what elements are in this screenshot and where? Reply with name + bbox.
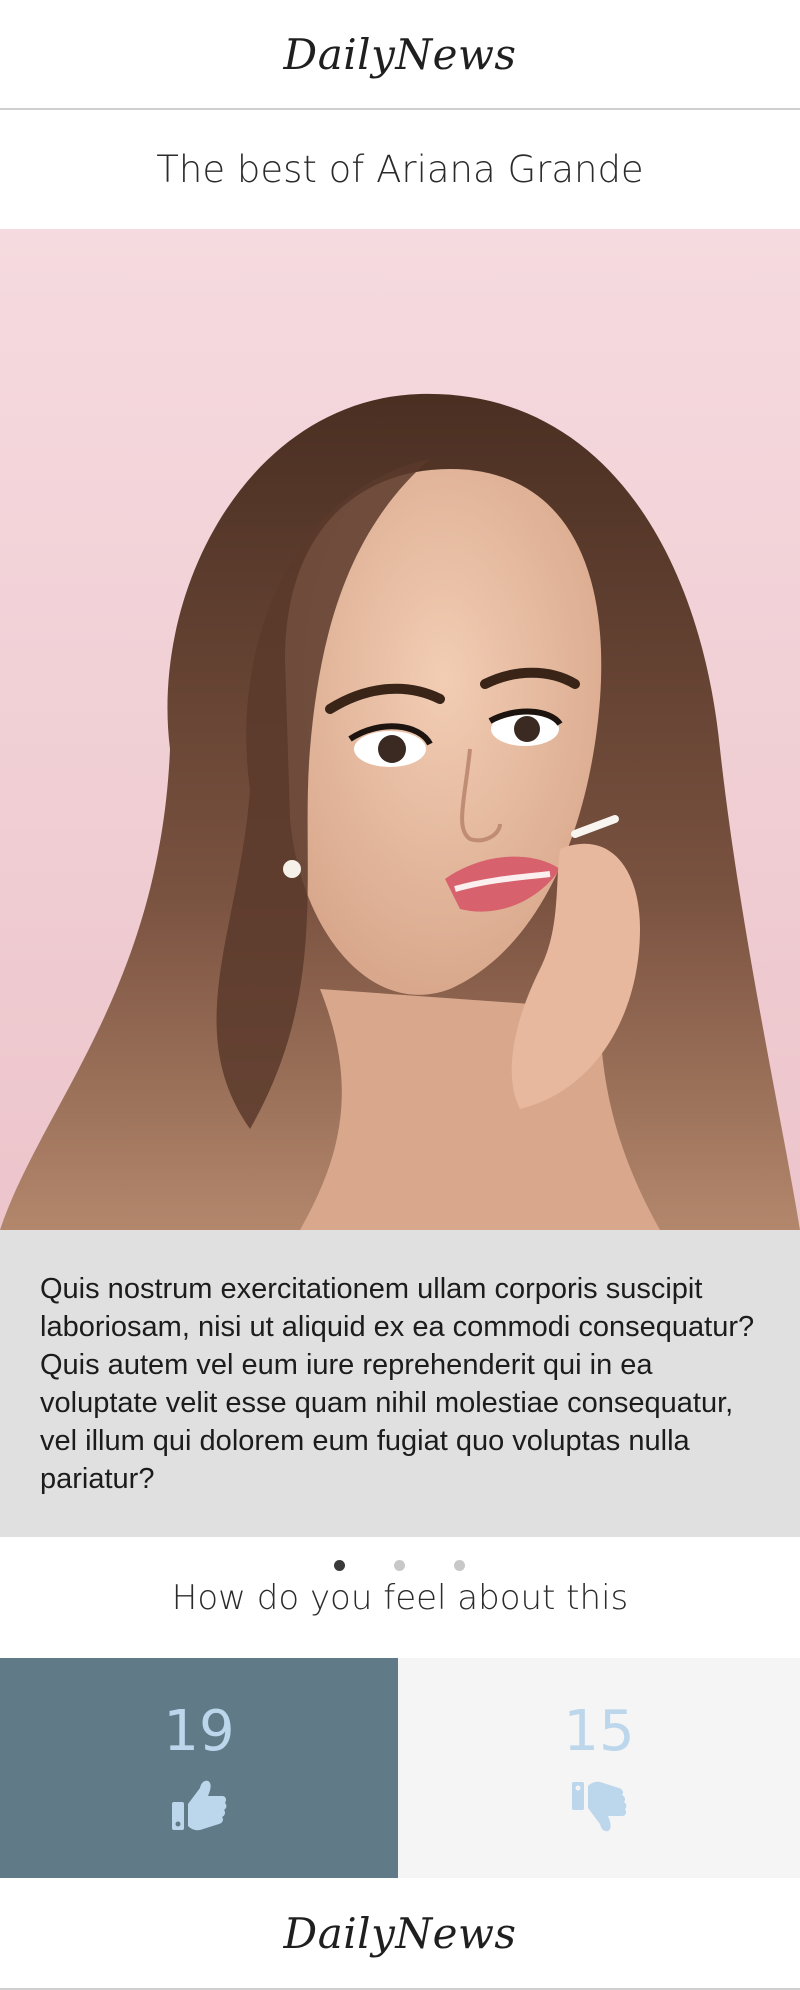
- footer-logo[interactable]: DailyNews: [284, 1909, 517, 1958]
- article-title: The best of Ariana Grande: [156, 148, 644, 191]
- portrait-photo: [0, 229, 800, 1230]
- site-footer: DailyNews: [0, 1878, 800, 1990]
- article-body: Quis nostrum exercitationem ullam corpor…: [0, 1230, 800, 1537]
- dislike-button[interactable]: 15: [398, 1658, 800, 1878]
- like-count: 19: [163, 1699, 235, 1764]
- article-hero-image: [0, 229, 800, 1230]
- site-header: DailyNews: [0, 0, 800, 110]
- dislike-count: 15: [563, 1699, 635, 1764]
- page: DailyNews The best of Ariana Grande Quis…: [0, 0, 800, 1990]
- like-button[interactable]: 19: [0, 1658, 398, 1878]
- feedback-question: How do you feel about this: [171, 1578, 629, 1618]
- thumbs-up-icon: [172, 1780, 227, 1831]
- site-logo[interactable]: DailyNews: [284, 30, 517, 79]
- thumbs-down-icon: [572, 1781, 627, 1832]
- article-body-text: Quis nostrum exercitationem ullam corpor…: [40, 1273, 755, 1495]
